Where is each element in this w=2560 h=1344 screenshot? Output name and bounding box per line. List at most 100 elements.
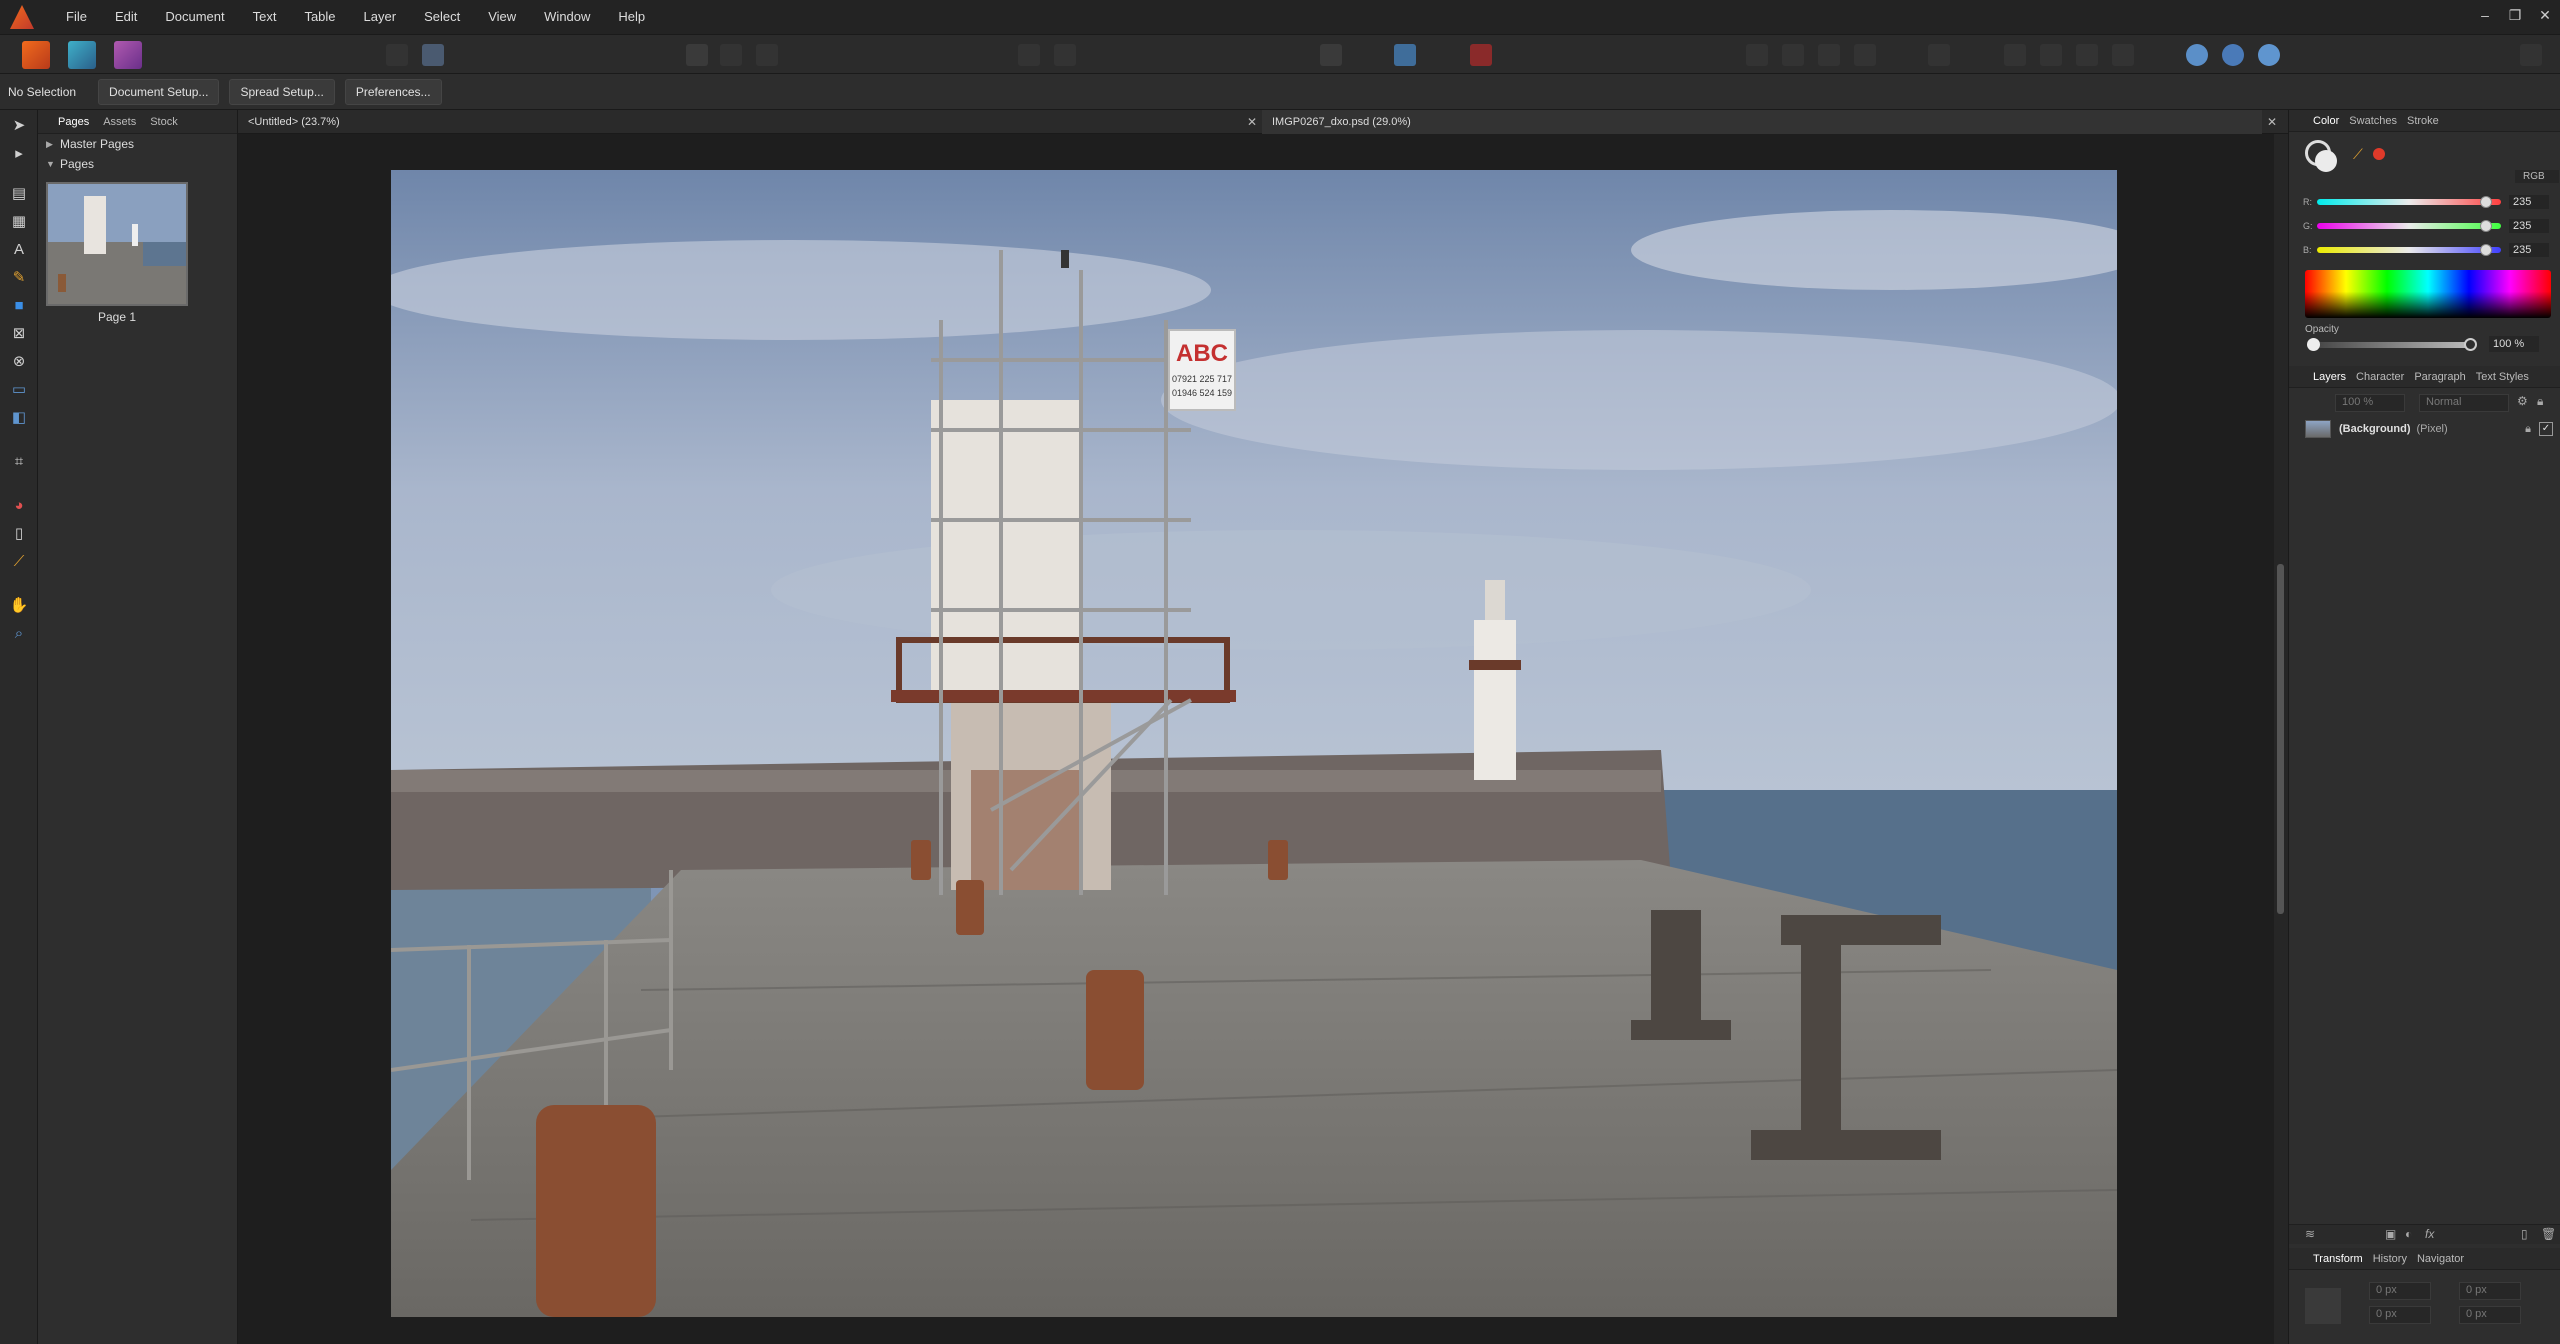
text-wrap-icon[interactable] [1928,44,1950,66]
fill-tool-icon[interactable]: ◕ [8,494,30,516]
menu-text[interactable]: Text [239,0,291,34]
distribute-icon[interactable] [2004,44,2026,66]
tab-assets[interactable]: Assets [103,116,136,128]
color-model-select[interactable]: RGB [2515,170,2559,183]
hand-tool-icon[interactable]: ✋ [8,594,30,616]
green-slider-knob[interactable] [2480,220,2493,232]
red-value[interactable]: 235 [2509,195,2549,209]
menu-table[interactable]: Table [290,0,349,34]
eyedropper-icon[interactable]: ⟋ [2353,146,2369,162]
account-icon[interactable] [2520,44,2542,66]
scrollbar-thumb[interactable] [2277,564,2284,914]
adjustment-icon[interactable]: ◐ [2405,1227,2412,1241]
page-thumbnail[interactable] [46,182,188,306]
page-icon[interactable] [686,44,708,66]
tab-paragraph[interactable]: Paragraph [2414,371,2465,383]
transparency-tool-icon[interactable]: ▯ [8,522,30,544]
menu-file[interactable]: File [52,0,101,34]
opacity-slider-knob[interactable] [2464,338,2477,351]
arrange-down-icon[interactable] [1054,44,1076,66]
tab-untitled-document[interactable]: <Untitled> (23.7%) [238,110,1253,134]
tab-character[interactable]: Character [2356,371,2404,383]
ellipse-frame-tool-icon[interactable]: ⊗ [8,350,30,372]
blue-slider[interactable] [2317,244,2501,256]
transform-y-field[interactable]: 0 px [2369,1306,2431,1324]
fx-icon[interactable]: fx [2425,1227,2434,1241]
designer-persona-icon[interactable] [68,41,96,69]
crop-tool-icon[interactable]: ⌗ [8,450,30,472]
canvas-area[interactable]: ABC 07921 225 717 01946 524 159 [238,134,2280,1344]
preflight-icon[interactable] [1470,44,1492,66]
master-pages-row[interactable]: ▶ Master Pages [38,134,237,154]
opacity-value[interactable]: 100 % [2489,336,2539,352]
layer-opacity-field[interactable]: 100 % [2335,394,2405,412]
transform-width-field[interactable]: 0 px [2459,1282,2521,1300]
menu-window[interactable]: Window [530,0,604,34]
layer-background-row[interactable]: (Background) (Pixel) 🔒︎ ✓ [2305,418,2553,440]
layer-lock-icon[interactable]: 🔒︎ [2525,423,2531,436]
tab-transform[interactable]: Transform [2313,1253,2363,1265]
chevron-right-icon[interactable]: ▶ [46,139,60,150]
color-picker-tool-icon[interactable]: ⟋ [8,550,30,572]
close-tab-untitled-icon[interactable]: ✕ [1244,110,1260,134]
layers-stack-icon[interactable]: ≋ [2305,1227,2315,1241]
opacity-slider[interactable] [2307,338,2477,351]
place-image-tool-icon[interactable]: ▭ [8,378,30,400]
pages-row[interactable]: ▼ Pages [38,154,237,174]
restore-button[interactable]: ❐ [2500,0,2530,30]
red-slider-knob[interactable] [2480,196,2493,208]
pen-tool-icon[interactable]: ✎ [8,266,30,288]
opacity-slider-left-knob[interactable] [2307,338,2320,351]
fill-stroke-swatch-icon[interactable] [2305,140,2339,174]
color-spectrum[interactable] [2305,270,2551,318]
arrange-up-icon[interactable] [1018,44,1040,66]
align-justify-icon[interactable] [1854,44,1876,66]
delete-layer-icon[interactable]: 🗑︎ [2541,1227,2556,1241]
menu-layer[interactable]: Layer [350,0,411,34]
canvas-vertical-scrollbar[interactable] [2274,134,2288,1344]
menu-edit[interactable]: Edit [101,0,151,34]
green-value[interactable]: 235 [2509,219,2549,233]
frame-text-tool-icon[interactable]: ▤ [8,182,30,204]
picture-frame-tool-icon[interactable]: ⊠ [8,322,30,344]
flip-v-icon[interactable] [2076,44,2098,66]
menu-document[interactable]: Document [151,0,238,34]
layer-visibility-checkbox[interactable]: ✓ [2539,422,2553,436]
green-slider[interactable] [2317,220,2501,232]
transform-x-field[interactable]: 0 px [2369,1282,2431,1300]
red-slider[interactable] [2317,196,2501,208]
preview-eye-icon[interactable] [1320,44,1342,66]
rectangle-tool-icon[interactable]: ■ [8,294,30,316]
align-right-icon[interactable] [1818,44,1840,66]
transform-height-field[interactable]: 0 px [2459,1306,2521,1324]
help-icon[interactable] [2258,44,2280,66]
mask-icon[interactable]: ▣ [2385,1227,2396,1241]
move-tool-icon[interactable]: ➤ [8,114,30,136]
align-center-icon[interactable] [1782,44,1804,66]
recent-color-swatch[interactable] [2373,148,2385,160]
tab-stock[interactable]: Stock [150,116,178,128]
tab-color[interactable]: Color [2313,115,2339,127]
align-left-icon[interactable] [1746,44,1768,66]
menu-select[interactable]: Select [410,0,474,34]
anchor-point-icon[interactable] [2305,1288,2341,1324]
photo-persona-icon[interactable] [114,41,142,69]
chevron-down-icon[interactable]: ▼ [46,159,60,169]
snapping-icon[interactable] [2186,44,2208,66]
tab-navigator[interactable]: Navigator [2417,1253,2464,1265]
preferences-button[interactable]: Preferences... [344,78,442,105]
layer-settings-icon[interactable]: ⚙ [2517,394,2528,408]
assistant-icon[interactable] [422,44,444,66]
rotate-icon[interactable] [2112,44,2134,66]
add-layer-icon[interactable]: ▯ [2521,1227,2528,1241]
close-window-button[interactable]: ✕ [2530,0,2560,30]
boolean-icon[interactable] [2222,44,2244,66]
blue-slider-knob[interactable] [2480,244,2493,256]
minimize-button[interactable]: – [2470,0,2500,30]
zoom-tool-icon[interactable]: ⌕ [8,622,30,644]
node-tool-icon[interactable]: ▸ [8,142,30,164]
menu-help[interactable]: Help [604,0,659,34]
tab-pages[interactable]: Pages [58,116,89,128]
blend-mode-select[interactable]: Normal [2419,394,2509,412]
menu-view[interactable]: View [474,0,530,34]
